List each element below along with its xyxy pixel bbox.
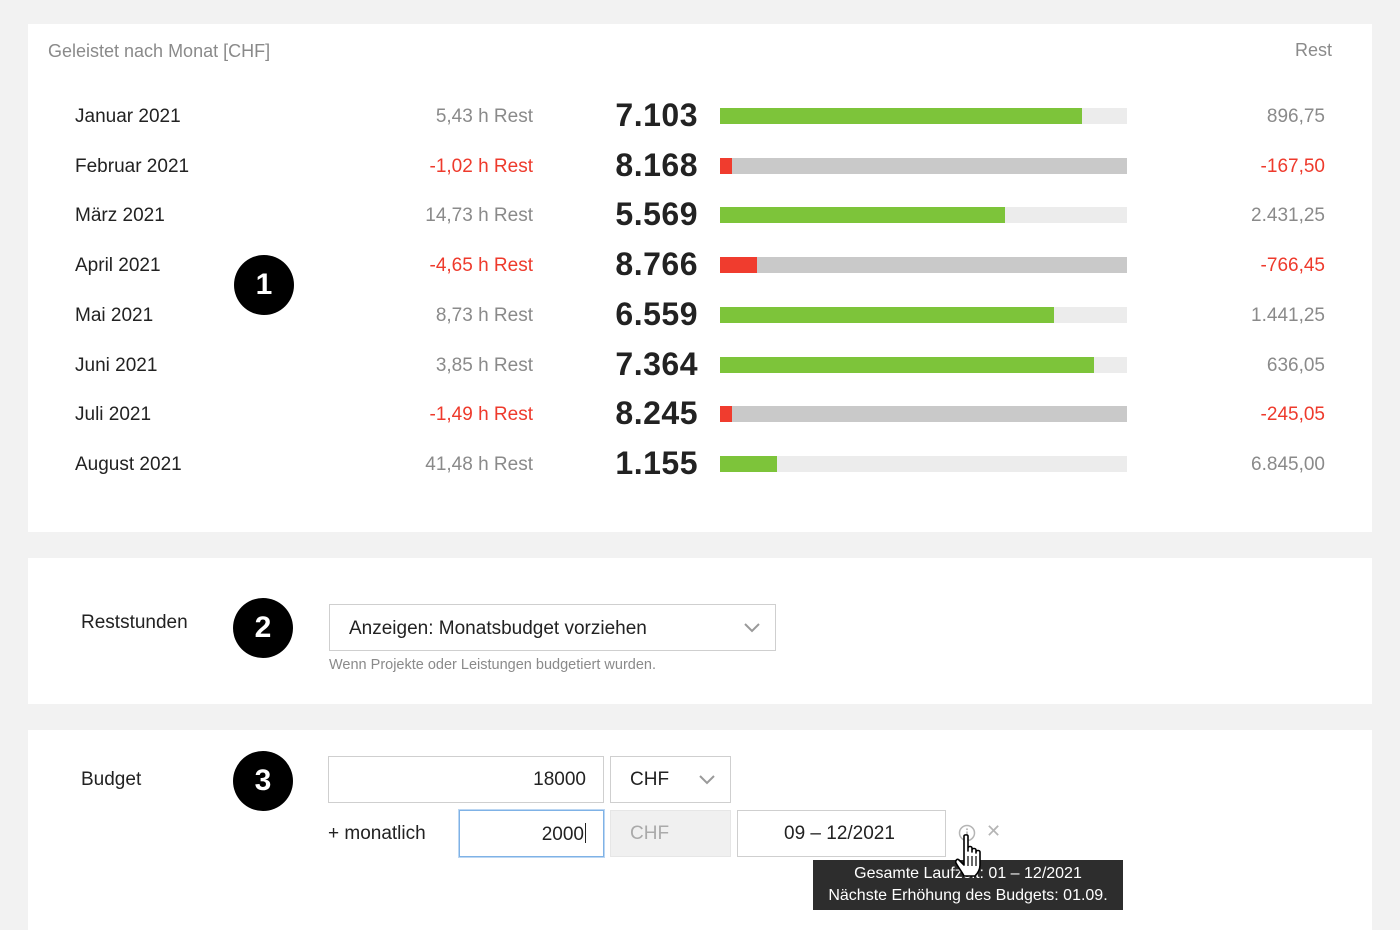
progress-bar-fill bbox=[720, 306, 1054, 323]
rest-column-header: Rest bbox=[1294, 40, 1332, 60]
budget-amount-input[interactable]: 18000 bbox=[328, 756, 604, 803]
month-value: 8.766 bbox=[615, 246, 698, 283]
rest-hours: 5,43 h Rest bbox=[435, 106, 533, 127]
chevron-down-icon bbox=[744, 623, 760, 633]
progress-bar-fill bbox=[720, 157, 733, 174]
month-row: März 2021 14,73 h Rest 5.569 2.431,25 bbox=[28, 196, 1372, 236]
progress-bar bbox=[720, 157, 1127, 174]
monthly-label: + monatlich bbox=[328, 823, 426, 844]
rest-amount: 1.441,25 bbox=[1251, 304, 1325, 326]
month-row: April 2021 -4,65 h Rest 8.766 -766,45 bbox=[28, 246, 1372, 286]
month-value: 1.155 bbox=[615, 444, 698, 481]
reststunden-select[interactable]: Anzeigen: Monatsbudget vorziehen bbox=[329, 604, 776, 651]
month-label: August 2021 bbox=[75, 453, 182, 475]
rest-hours: 14,73 h Rest bbox=[425, 205, 533, 227]
card-title: Geleistet nach Monat [CHF] bbox=[48, 41, 271, 61]
progress-bar-fill bbox=[720, 455, 777, 472]
rest-amount: -245,05 bbox=[1260, 404, 1325, 426]
progress-bar-fill bbox=[720, 406, 733, 423]
reststunden-card: Reststunden 2 Anzeigen: Monatsbudget vor… bbox=[28, 558, 1372, 704]
pointer-hand-cursor-icon bbox=[955, 834, 981, 877]
step-badge-1: 1 bbox=[234, 255, 294, 315]
budget-currency-value: CHF bbox=[630, 769, 670, 790]
progress-bar-fill bbox=[720, 207, 1005, 224]
progress-bar-fill bbox=[720, 356, 1095, 373]
progress-bar bbox=[720, 406, 1127, 423]
period-value: 09 – 12/2021 bbox=[784, 823, 895, 844]
month-value: 5.569 bbox=[615, 196, 698, 233]
text-caret bbox=[585, 823, 586, 843]
month-label: Juli 2021 bbox=[75, 404, 152, 426]
progress-bar-fill bbox=[720, 257, 757, 274]
month-value: 8.168 bbox=[615, 146, 698, 183]
budget-card: Budget 3 18000 CHF + monatlich 2000 CHF … bbox=[28, 730, 1372, 930]
period-input[interactable]: 09 – 12/2021 bbox=[737, 810, 946, 857]
progress-bar bbox=[720, 108, 1127, 124]
month-row: Februar 2021 -1,02 h Rest 8.168 -167,50 bbox=[28, 147, 1372, 187]
progress-bar bbox=[720, 257, 1127, 274]
rest-hours: 41,48 h Rest bbox=[425, 453, 533, 475]
budget-label: Budget bbox=[81, 769, 142, 790]
rest-amount: 2.431,25 bbox=[1251, 205, 1325, 227]
budget-currency-select[interactable]: CHF bbox=[610, 756, 731, 803]
chevron-down-icon bbox=[699, 775, 715, 785]
month-label: Januar 2021 bbox=[75, 106, 181, 127]
reststunden-select-value: Anzeigen: Monatsbudget vorziehen bbox=[349, 618, 647, 639]
rest-amount: 6.845,00 bbox=[1251, 453, 1325, 475]
budget-amount-value: 18000 bbox=[533, 769, 586, 790]
rest-amount: 636,05 bbox=[1266, 354, 1325, 376]
month-row: Juli 2021 -1,49 h Rest 8.245 -245,05 bbox=[28, 395, 1372, 435]
monthly-amount-input[interactable]: 2000 bbox=[459, 810, 604, 857]
tooltip-line-2: Nächste Erhöhung des Budgets: 01.09. bbox=[828, 887, 1108, 904]
month-label: Februar 2021 bbox=[75, 155, 190, 177]
progress-bar bbox=[720, 455, 1127, 472]
rest-hours: 3,85 h Rest bbox=[435, 354, 533, 376]
step-badge-3: 3 bbox=[233, 751, 293, 811]
rest-hours: -4,65 h Rest bbox=[429, 255, 534, 277]
month-label: April 2021 bbox=[75, 255, 161, 277]
monthly-performance-card: Geleistet nach Monat [CHF] Rest Januar 2… bbox=[28, 24, 1372, 532]
progress-bar bbox=[720, 306, 1127, 323]
monthly-currency-value: CHF bbox=[630, 823, 670, 844]
month-label: März 2021 bbox=[75, 205, 165, 227]
month-row: Mai 2021 8,73 h Rest 6.559 1.441,25 bbox=[28, 296, 1372, 336]
rest-hours: 8,73 h Rest bbox=[435, 304, 533, 326]
month-value: 8.245 bbox=[615, 395, 698, 432]
progress-bar bbox=[720, 356, 1127, 373]
reststunden-hint: Wenn Projekte oder Leistungen budgetiert… bbox=[329, 657, 657, 673]
month-value: 6.559 bbox=[615, 295, 698, 332]
step-badge-2: 2 bbox=[233, 598, 293, 658]
progress-bar bbox=[720, 207, 1127, 224]
month-value: 7.364 bbox=[615, 345, 698, 382]
monthly-currency-field: CHF bbox=[610, 810, 731, 857]
month-value: 7.103 bbox=[615, 97, 698, 133]
month-label: Mai 2021 bbox=[75, 304, 154, 326]
rest-amount: -167,50 bbox=[1260, 155, 1325, 177]
reststunden-label: Reststunden bbox=[81, 612, 188, 633]
rest-amount: 896,75 bbox=[1266, 106, 1325, 127]
month-label: Juni 2021 bbox=[75, 354, 158, 376]
rest-amount: -766,45 bbox=[1260, 255, 1325, 277]
month-row: Juni 2021 3,85 h Rest 7.364 636,05 bbox=[28, 346, 1372, 386]
month-row: Januar 2021 5,43 h Rest 7.103 896,75 bbox=[28, 97, 1372, 137]
progress-bar-fill bbox=[720, 108, 1083, 124]
month-row: August 2021 41,48 h Rest 1.155 6.845,00 bbox=[28, 445, 1372, 485]
rest-hours: -1,02 h Rest bbox=[429, 155, 534, 177]
rest-hours: -1,49 h Rest bbox=[429, 404, 534, 426]
monthly-amount-value: 2000 bbox=[541, 823, 586, 845]
